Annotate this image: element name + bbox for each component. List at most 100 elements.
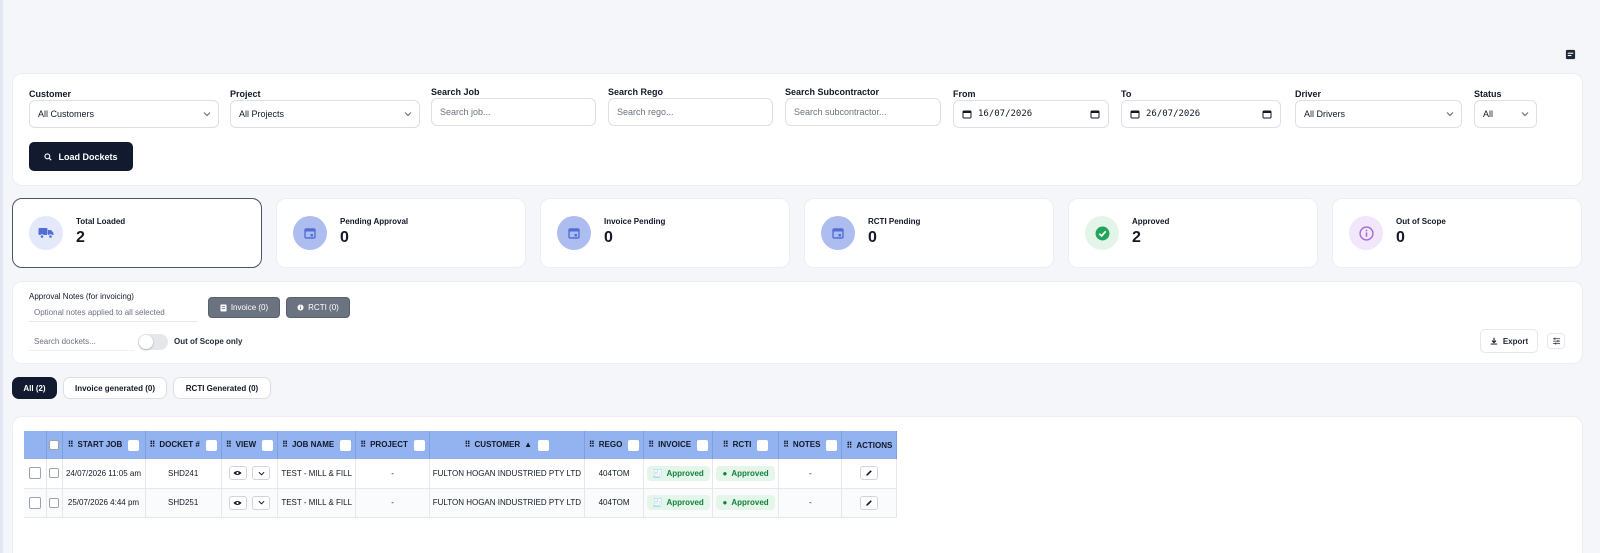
table-row[interactable]: 25/07/2026 4:44 pm SHD251 TEST - MILL & …	[24, 488, 898, 518]
approval-notes-label: Approval Notes (for invoicing)	[29, 292, 134, 301]
chevron-down-icon	[203, 112, 211, 117]
drag-handle-icon[interactable]: ⠿	[360, 440, 366, 449]
drag-handle-icon[interactable]: ⠿	[150, 440, 156, 449]
from-date-input[interactable]: 16/07/2026	[953, 100, 1109, 128]
rcti-button[interactable]: RCTI (0)	[286, 297, 350, 318]
customer-select[interactable]: All Customers	[29, 100, 219, 128]
column-view[interactable]: ⠿ VIEW	[221, 431, 279, 459]
filter-icon[interactable]	[262, 439, 274, 451]
column-docket[interactable]: ⠿ DOCKET #	[145, 431, 222, 459]
row-checkbox[interactable]	[49, 468, 59, 479]
view-dropdown-button[interactable]	[252, 466, 271, 481]
filter-icon[interactable]	[697, 439, 709, 451]
receipt-icon: 🧾	[652, 498, 663, 507]
drag-handle-icon[interactable]: ⠿	[282, 440, 288, 449]
column-invoice[interactable]: ⠿ INVOICE	[643, 431, 714, 459]
calendar-picker-icon[interactable]	[1090, 109, 1100, 119]
invoice-button[interactable]: Invoice (0)	[208, 297, 280, 318]
filter-icon[interactable]	[757, 439, 769, 451]
drag-handle-icon[interactable]: ⠿	[723, 440, 729, 449]
column-rego[interactable]: ⠿ REGO	[584, 431, 645, 459]
cell-docket: SHD241	[145, 459, 222, 489]
export-button[interactable]: Export	[1480, 329, 1538, 353]
receipt-icon	[220, 304, 227, 311]
status-value: All	[1483, 109, 1494, 119]
edit-button[interactable]	[860, 495, 879, 510]
column-label: REGO	[598, 440, 623, 450]
filter-icon[interactable]	[538, 439, 550, 451]
drag-handle-icon[interactable]: ⠿	[68, 440, 74, 449]
view-button[interactable]	[228, 466, 247, 481]
filter-icon[interactable]	[340, 439, 352, 451]
chevron-down-icon	[1521, 112, 1529, 117]
calendar-picker-icon[interactable]	[1262, 109, 1272, 119]
project-select[interactable]: All Projects	[230, 100, 420, 128]
row-checkbox[interactable]	[49, 497, 59, 508]
stat-card-approved[interactable]: Approved 2	[1068, 198, 1318, 268]
receipt-icon: 🧾	[652, 468, 663, 478]
search-job-placeholder: Search job...	[440, 107, 491, 117]
load-dockets-button[interactable]: Load Dockets	[29, 142, 133, 171]
search-subcontractor-input[interactable]: Search subcontractor...	[785, 98, 941, 126]
column-project[interactable]: ⠿ PROJECT	[355, 431, 430, 459]
search-dockets-input[interactable]: Search dockets...	[29, 333, 134, 351]
stat-card-out-of-scope[interactable]: Out of Scope 0	[1332, 198, 1582, 268]
filter-icon[interactable]	[128, 439, 140, 451]
column-label: PROJECT	[370, 440, 408, 450]
column-settings-button[interactable]	[1547, 333, 1565, 349]
sticky-note-button[interactable]	[1559, 44, 1581, 64]
column-rcti[interactable]: ⠿ RCTI	[712, 431, 780, 459]
eye-icon	[233, 471, 242, 476]
drag-handle-icon[interactable]: ⠿	[783, 440, 789, 449]
tab-rcti-generated[interactable]: RCTI Generated (0)	[173, 377, 271, 399]
stat-card-invoice-pending[interactable]: Invoice Pending 0	[540, 198, 790, 268]
to-date-input[interactable]: 26/07/2026	[1121, 100, 1281, 128]
drag-handle-icon[interactable]: ⠿	[589, 440, 595, 449]
drag-handle-icon[interactable]: ⠿	[648, 440, 654, 449]
drag-handle-icon[interactable]: ⠿	[226, 440, 232, 449]
table-row[interactable]: 24/07/2026 11:05 am SHD241 TEST - MILL &…	[24, 459, 898, 489]
filters-panel: Customer All Customers Project All Proje…	[12, 73, 1583, 186]
view-button[interactable]	[228, 495, 247, 510]
chevron-down-icon	[258, 500, 265, 505]
column-customer[interactable]: ⠿ CUSTOMER ▲	[429, 431, 585, 459]
drag-handle-icon[interactable]: ⠿	[465, 440, 471, 449]
cell-notes: -	[778, 488, 843, 518]
stat-card-pending-approval[interactable]: Pending Approval 0	[276, 198, 526, 268]
rcti-status-badge: ● Approved	[716, 495, 775, 510]
cell-rego: 404TOM	[584, 459, 645, 489]
row-select-checkbox[interactable]	[28, 467, 41, 480]
stat-card-total-loaded[interactable]: Total Loaded 2	[12, 198, 262, 268]
column-start-job[interactable]: ⠿ START JOB	[62, 431, 146, 459]
out-of-scope-toggle[interactable]	[138, 334, 168, 350]
cell-rego: 404TOM	[584, 488, 645, 518]
customer-value: All Customers	[38, 109, 95, 119]
driver-select[interactable]: All Drivers	[1295, 100, 1462, 128]
driver-value: All Drivers	[1304, 109, 1346, 119]
select-all-checkbox[interactable]	[49, 440, 59, 450]
column-label: CUSTOMER	[474, 440, 521, 450]
filter-icon[interactable]	[205, 439, 217, 451]
filter-icon[interactable]	[413, 439, 425, 451]
search-job-input[interactable]: Search job...	[431, 98, 596, 126]
cell-docket: SHD251	[145, 488, 222, 518]
stat-card-rcti-pending[interactable]: RCTI Pending 0	[804, 198, 1054, 268]
filter-icon[interactable]	[826, 439, 838, 451]
drag-handle-icon[interactable]: ⠿	[846, 441, 852, 450]
invoice-button-label: Invoice (0)	[230, 303, 269, 312]
column-notes[interactable]: ⠿ NOTES	[778, 431, 843, 459]
edit-button[interactable]	[860, 466, 879, 481]
info-circle-icon	[1349, 216, 1383, 250]
filter-icon[interactable]	[628, 439, 640, 451]
column-job-name[interactable]: ⠿ JOB NAME	[277, 431, 357, 459]
approval-notes-input[interactable]: Optional notes applied to all selected	[29, 304, 197, 322]
view-dropdown-button[interactable]	[252, 495, 271, 510]
tab-all[interactable]: All (2)	[12, 377, 57, 399]
export-label: Export	[1502, 336, 1529, 346]
tab-invoice-generated[interactable]: Invoice generated (0)	[63, 377, 167, 399]
sort-asc-icon[interactable]: ▲	[524, 440, 532, 449]
search-rego-input[interactable]: Search rego...	[608, 98, 773, 126]
row-select-checkbox[interactable]	[28, 496, 41, 509]
search-subcontractor-placeholder: Search subcontractor...	[794, 107, 887, 117]
status-select[interactable]: All	[1474, 100, 1537, 128]
